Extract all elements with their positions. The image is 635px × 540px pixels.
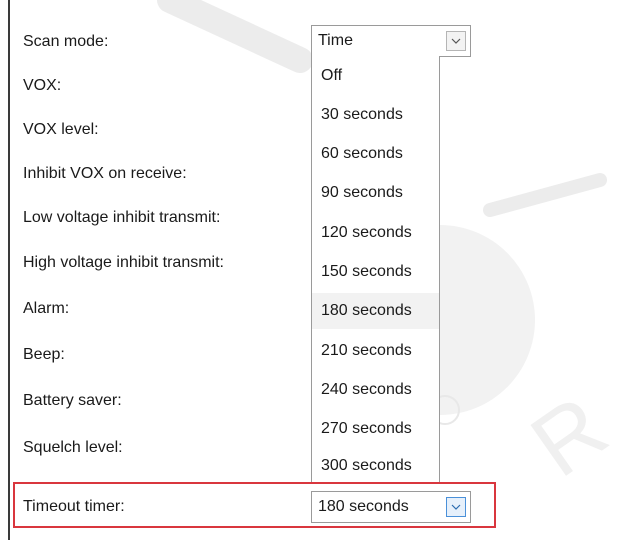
label-low-voltage: Low voltage inhibit transmit: [23, 209, 221, 226]
option-30-seconds[interactable]: 30 seconds [312, 97, 439, 133]
chevron-down-icon[interactable] [446, 497, 466, 517]
label-scan-mode: Scan mode: [23, 33, 109, 50]
option-270-seconds[interactable]: 270 seconds [312, 411, 439, 447]
scan-mode-select[interactable]: Time [311, 25, 471, 57]
option-210-seconds[interactable]: 210 seconds [312, 333, 439, 369]
label-battery-saver: Battery saver: [23, 392, 122, 409]
label-beep: Beep: [23, 346, 65, 363]
svg-text:R: R [514, 377, 625, 496]
scan-mode-value: Time [318, 32, 353, 49]
option-180-seconds[interactable]: 180 seconds [312, 293, 439, 329]
label-vox: VOX: [23, 77, 62, 94]
timeout-timer-value: 180 seconds [318, 498, 409, 515]
settings-panel: R Scan mode: VOX: VOX level: Inhibit VOX… [0, 0, 635, 540]
option-90-seconds[interactable]: 90 seconds [312, 175, 439, 211]
label-high-voltage: High voltage inhibit transmit: [23, 254, 224, 271]
label-inhibit-vox: Inhibit VOX on receive: [23, 165, 187, 182]
label-vox-level: VOX level: [23, 121, 99, 138]
option-240-seconds[interactable]: 240 seconds [312, 372, 439, 408]
label-squelch-level: Squelch level: [23, 439, 123, 456]
option-300-seconds[interactable]: 300 seconds [312, 448, 439, 484]
timeout-options-list: Off 30 seconds 60 seconds 90 seconds 120… [311, 56, 440, 484]
option-120-seconds[interactable]: 120 seconds [312, 215, 439, 251]
label-alarm: Alarm: [23, 300, 70, 317]
option-150-seconds[interactable]: 150 seconds [312, 254, 439, 290]
option-off[interactable]: Off [312, 58, 439, 94]
option-60-seconds[interactable]: 60 seconds [312, 136, 439, 172]
left-border [8, 0, 10, 540]
chevron-down-icon[interactable] [446, 31, 466, 51]
timeout-timer-select[interactable]: 180 seconds [311, 491, 471, 523]
